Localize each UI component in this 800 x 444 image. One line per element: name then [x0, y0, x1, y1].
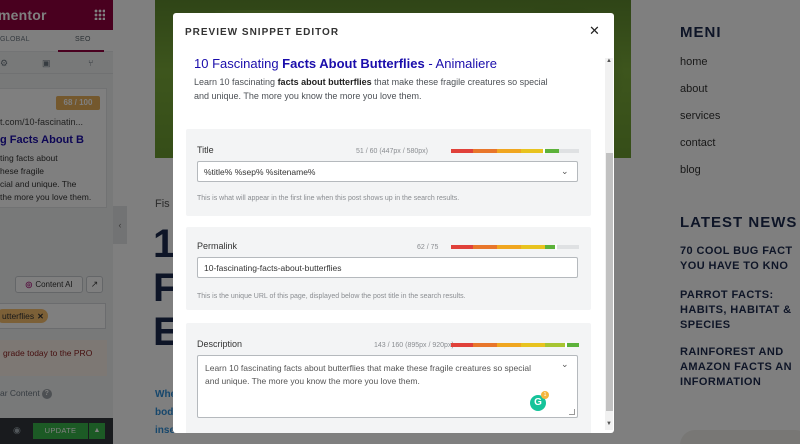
serp-desc-bold: facts about butterflies [277, 77, 372, 87]
serp-preview-title[interactable]: 10 Fascinating Facts About Butterflies -… [194, 56, 497, 71]
title-hint: This is what will appear in the first li… [197, 195, 460, 202]
modal-header: PREVIEW SNIPPET EDITOR ✕ [173, 13, 614, 51]
description-length-meter [451, 342, 579, 348]
meter-segment [473, 343, 497, 347]
meter-segment [473, 149, 497, 153]
chevron-down-icon[interactable]: ⌄ [561, 166, 569, 177]
serp-title-suffix: - Animaliere [424, 56, 497, 71]
serp-title-bold: Facts About Butterflies [282, 56, 425, 71]
meter-segment [567, 343, 579, 347]
meter-segment [473, 245, 497, 249]
resize-handle[interactable] [569, 409, 575, 415]
meter-marker [555, 244, 557, 250]
meter-segment [497, 149, 521, 153]
chevron-down-icon[interactable]: ⌄ [561, 359, 569, 370]
meter-segment [545, 343, 567, 347]
meter-segment [451, 343, 473, 347]
scrollbar-thumb[interactable] [606, 153, 613, 411]
description-textarea[interactable]: Learn 10 fascinating facts about butterf… [197, 355, 578, 418]
meter-segment [521, 149, 545, 153]
meter-segment [451, 245, 473, 249]
meter-segment [451, 149, 473, 153]
serp-preview-description: Learn 10 fascinating facts about butterf… [194, 75, 564, 103]
title-field-group: Title 51 / 60 (447px / 580px) %title% %s… [186, 129, 591, 216]
permalink-label: Permalink [197, 241, 238, 251]
serp-desc-prefix: Learn 10 fascinating [194, 77, 278, 87]
meter-segment [545, 149, 559, 153]
meter-marker [543, 148, 545, 154]
title-input[interactable]: %title% %sep% %sitename% [197, 161, 578, 182]
permalink-field-group: Permalink 62 / 75 10-fascinating-facts-a… [186, 227, 591, 310]
title-length-counter: 51 / 60 (447px / 580px) [356, 148, 428, 155]
permalink-input[interactable]: 10-fascinating-facts-about-butterflies [197, 257, 578, 278]
close-icon[interactable]: ✕ [589, 23, 600, 39]
permalink-length-counter: 62 / 75 [417, 244, 439, 251]
description-length-counter: 143 / 160 (895px / 920px) [374, 342, 454, 349]
title-label: Title [197, 145, 214, 155]
meter-segment [545, 245, 555, 249]
meter-segment [521, 343, 545, 347]
meter-segment [497, 245, 521, 249]
scroll-down-icon[interactable]: ▼ [606, 421, 612, 427]
scroll-up-icon[interactable]: ▲ [606, 58, 612, 64]
preview-snippet-editor-modal: PREVIEW SNIPPET EDITOR ✕ 10 Fascinating … [173, 13, 614, 433]
description-label: Description [197, 339, 243, 349]
serp-title-prefix: 10 Fascinating [194, 56, 283, 71]
meter-segment [521, 245, 545, 249]
title-length-meter [451, 148, 579, 154]
description-field-group: Description 143 / 160 (895px / 920px) Le… [186, 323, 591, 433]
meter-segment [497, 343, 521, 347]
meter-marker [565, 342, 567, 348]
grammarly-count: 1 [541, 391, 549, 399]
permalink-hint: This is the unique URL of this page, dis… [197, 293, 466, 300]
modal-title: PREVIEW SNIPPET EDITOR [185, 27, 340, 38]
permalink-length-meter [451, 244, 579, 250]
